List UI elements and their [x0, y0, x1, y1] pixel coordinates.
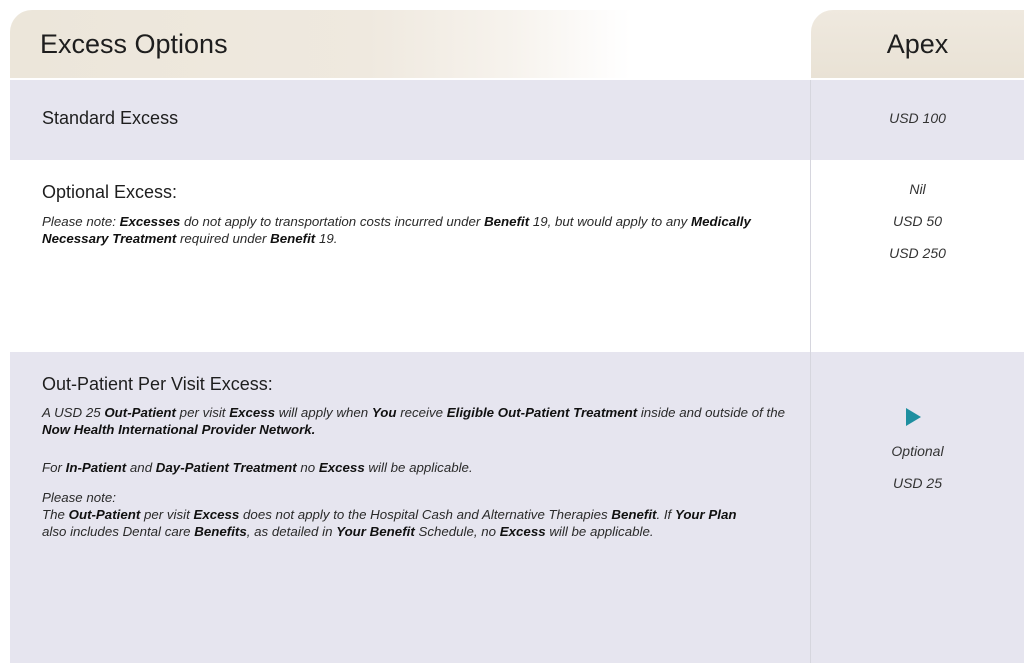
outpatient-option-value: USD 25 — [892, 475, 943, 491]
optional-excess-note: Please note: Excesses do not apply to tr… — [42, 214, 751, 246]
optional-excess-values: Nil USD 50 USD 250 — [811, 180, 1024, 276]
page-title: Excess Options — [40, 29, 228, 59]
optional-excess-label: Optional Excess: — [42, 182, 178, 202]
table-header-left: Excess Options — [10, 10, 806, 78]
outpatient-excess-value-cell: Optional USD 25 — [811, 352, 1024, 663]
standard-excess-row: Standard Excess — [10, 80, 810, 160]
standard-excess-label: Standard Excess — [42, 108, 179, 128]
standard-excess-value-cell: USD 100 — [811, 80, 1024, 160]
optional-excess-value-250: USD 250 — [889, 245, 946, 261]
optional-excess-row: Optional Excess: Please note: Excesses d… — [10, 160, 810, 352]
optional-excess-value-50: USD 50 — [892, 213, 943, 229]
optional-excess-values-cell: Nil USD 50 USD 250 — [811, 160, 1024, 352]
column-divider — [810, 80, 811, 663]
plan-name: Apex — [886, 29, 949, 59]
optional-excess-value-nil: Nil — [909, 181, 926, 197]
outpatient-excess-paragraph-1: A USD 25 Out-Patient per visit Excess wi… — [42, 405, 785, 437]
standard-excess-value: USD 100 — [889, 110, 946, 126]
outpatient-excess-row: Out-Patient Per Visit Excess: A USD 25 O… — [10, 352, 810, 663]
play-arrow-icon — [906, 408, 921, 426]
outpatient-excess-label: Out-Patient Per Visit Excess: — [42, 374, 273, 394]
table-header-plan: Apex — [811, 10, 1024, 78]
outpatient-excess-values: Optional USD 25 — [811, 442, 1024, 506]
outpatient-excess-paragraph-3: Please note: The Out-Patient per visit Ex… — [42, 490, 737, 539]
outpatient-excess-paragraph-2: For In-Patient and Day-Patient Treatment… — [42, 460, 473, 475]
outpatient-option-label: Optional — [891, 443, 944, 459]
